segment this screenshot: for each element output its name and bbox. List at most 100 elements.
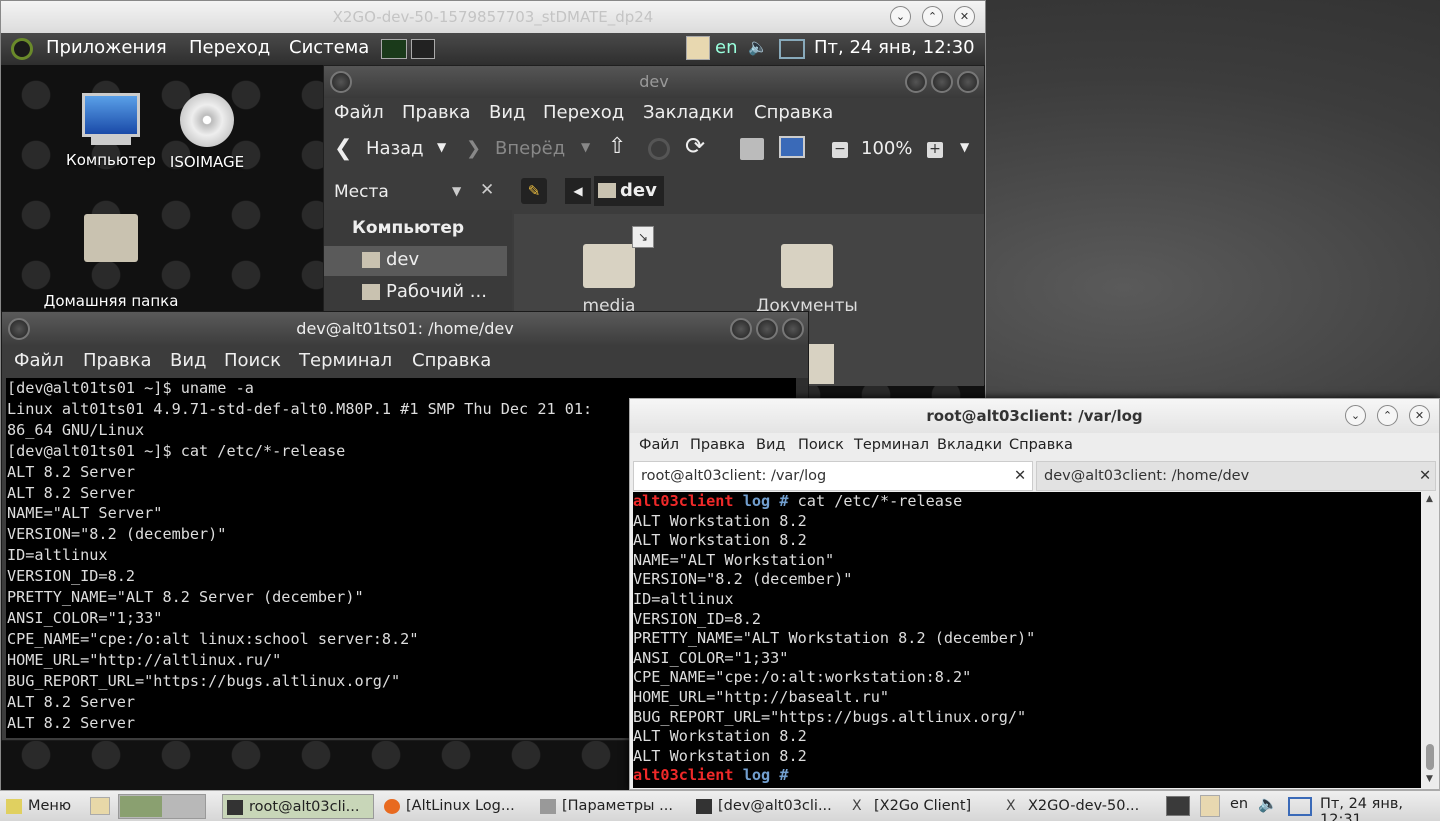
back-arrow-icon[interactable]: ❮	[334, 136, 352, 161]
minimize-button[interactable]	[730, 318, 752, 340]
close-icon[interactable]: ✕	[1014, 462, 1026, 490]
file-item-media[interactable]: ↘ media	[554, 214, 664, 316]
task-altlinux-log[interactable]: [AltLinux Log...	[380, 794, 528, 819]
zoom-out-icon[interactable]: −	[832, 142, 848, 158]
menu-go[interactable]: Переход	[543, 102, 624, 123]
workspace-1[interactable]	[120, 796, 162, 817]
keyring-icon[interactable]	[686, 36, 710, 60]
task-root-alt03client[interactable]: root@alt03cli...	[222, 794, 374, 819]
terminal-line: HOME_URL="http://basealt.ru"	[633, 687, 890, 706]
scroll-down-icon[interactable]: ▼	[1426, 774, 1433, 784]
menu-edit[interactable]: Правка	[83, 350, 152, 371]
taskbar-clock[interactable]: Пт, 24 янв, 12:31	[1320, 796, 1440, 821]
minimize-button[interactable]: ⌄	[890, 6, 911, 27]
panel-clock[interactable]: Пт, 24 янв, 12:30	[814, 37, 975, 58]
menu-bookmarks[interactable]: Закладки	[643, 102, 734, 123]
terminal-scrollbar[interactable]: ▲ ▼	[1423, 492, 1437, 788]
menu-terminal[interactable]: Терминал	[854, 437, 929, 453]
chevron-down-icon[interactable]: ▼	[960, 140, 969, 154]
clipboard-icon[interactable]	[1200, 795, 1220, 817]
desktop-icon-isoimage[interactable]: ISOIMAGE	[161, 93, 253, 171]
maximize-button[interactable]	[756, 318, 778, 340]
close-button[interactable]	[957, 71, 979, 93]
chevron-down-icon[interactable]: ▼	[452, 184, 461, 198]
terminal-line: CPE_NAME="cpe:/o:alt:workstation:8.2"	[633, 668, 972, 687]
back-button[interactable]: Назад	[366, 138, 424, 159]
menu-view[interactable]: Вид	[756, 437, 785, 453]
maximize-button[interactable]	[931, 71, 953, 93]
menu-system[interactable]: Система	[289, 37, 369, 58]
task-x2go-session[interactable]: X X2GO-dev-50...	[1002, 794, 1150, 819]
firefox-icon	[384, 799, 400, 814]
reload-icon[interactable]: ⟳	[685, 132, 705, 160]
file-item-documents[interactable]: Документы	[732, 214, 882, 316]
caja-menubar: Файл Правка Вид Переход Закладки Справка	[324, 98, 984, 130]
scrollbar-thumb[interactable]	[1426, 744, 1434, 770]
task-settings[interactable]: [Параметры ...	[536, 794, 686, 819]
sidebar-title[interactable]: Места	[334, 182, 389, 202]
chevron-down-icon[interactable]: ▼	[437, 140, 446, 154]
menu-file[interactable]: Файл	[639, 437, 679, 453]
volume-icon[interactable]: 🔈	[1258, 794, 1278, 813]
show-desktop-icon[interactable]	[90, 797, 110, 815]
tab-dev-home[interactable]: dev@alt03client: /home/dev ✕	[1036, 461, 1436, 491]
menu-search[interactable]: Поиск	[224, 350, 281, 371]
menu-view[interactable]: Вид	[489, 102, 526, 123]
menu-tabs[interactable]: Вкладки	[937, 437, 1002, 453]
tab-root-var-log[interactable]: root@alt03client: /var/log ✕	[633, 461, 1033, 491]
close-icon[interactable]: ✕	[1419, 462, 1431, 490]
home-icon[interactable]	[740, 138, 764, 160]
menu-help[interactable]: Справка	[754, 102, 833, 123]
forward-button[interactable]: Вперёд	[495, 138, 565, 159]
menu-places[interactable]: Переход	[189, 37, 270, 58]
terminal-launcher-icon[interactable]	[411, 39, 435, 59]
window-menu-button[interactable]	[330, 71, 352, 93]
menu-terminal[interactable]: Терминал	[299, 350, 392, 371]
task-dev-alt03client[interactable]: [dev@alt03cli...	[692, 794, 842, 819]
menu-edit[interactable]: Правка	[402, 102, 471, 123]
menu-search[interactable]: Поиск	[798, 437, 844, 453]
main-menu-label: Меню	[28, 798, 72, 814]
path-back-icon[interactable]: ◀	[565, 178, 591, 204]
task-x2go-client[interactable]: X [X2Go Client]	[848, 794, 996, 819]
network-icon[interactable]	[779, 39, 805, 59]
volume-icon[interactable]: 🔈	[748, 37, 768, 56]
menu-file[interactable]: Файл	[14, 350, 64, 371]
close-button[interactable]: ✕	[954, 6, 975, 27]
menu-icon	[6, 799, 22, 814]
up-arrow-icon[interactable]: ⇧	[608, 134, 626, 159]
workspace-switcher[interactable]	[118, 794, 206, 819]
main-menu-button[interactable]: Меню	[2, 794, 86, 819]
network-icon[interactable]	[1288, 797, 1312, 816]
sidebar-item-dev[interactable]: dev	[324, 246, 507, 276]
close-icon[interactable]: ✕	[480, 180, 494, 200]
keyboard-layout[interactable]: en	[715, 37, 737, 58]
close-button[interactable]: ✕	[1409, 405, 1430, 426]
path-button-dev[interactable]: dev	[594, 176, 664, 206]
menu-file[interactable]: Файл	[334, 102, 384, 123]
close-button[interactable]	[782, 318, 804, 340]
menu-view[interactable]: Вид	[170, 350, 207, 371]
screenshot-icon[interactable]	[1166, 796, 1190, 816]
maximize-button[interactable]: ⌃	[922, 6, 943, 27]
mate-logo-icon[interactable]	[11, 38, 33, 60]
x2go-icon: X	[1006, 798, 1016, 814]
window-menu-button[interactable]	[8, 318, 30, 340]
zoom-in-icon[interactable]: +	[927, 142, 943, 158]
desktop-icon-computer[interactable]: Компьютер	[61, 93, 161, 169]
scroll-up-icon[interactable]: ▲	[1426, 494, 1433, 504]
chevron-down-icon: ▼	[581, 140, 591, 154]
keyboard-layout[interactable]: en	[1230, 796, 1248, 812]
sidebar-item-desktop[interactable]: Рабочий ...	[324, 278, 507, 308]
menu-applications[interactable]: Приложения	[46, 37, 167, 58]
menu-help[interactable]: Справка	[412, 350, 491, 371]
edit-location-icon[interactable]: ✎	[521, 178, 547, 204]
maximize-button[interactable]: ⌃	[1377, 405, 1398, 426]
minimize-button[interactable]	[905, 71, 927, 93]
computer-icon[interactable]	[779, 136, 805, 158]
menu-edit[interactable]: Правка	[690, 437, 745, 453]
terminal-output[interactable]: alt03client log # cat /etc/*-release ALT …	[633, 492, 1421, 788]
minimize-button[interactable]: ⌄	[1345, 405, 1366, 426]
menu-help[interactable]: Справка	[1009, 437, 1073, 453]
system-monitor-icon[interactable]	[381, 39, 407, 59]
